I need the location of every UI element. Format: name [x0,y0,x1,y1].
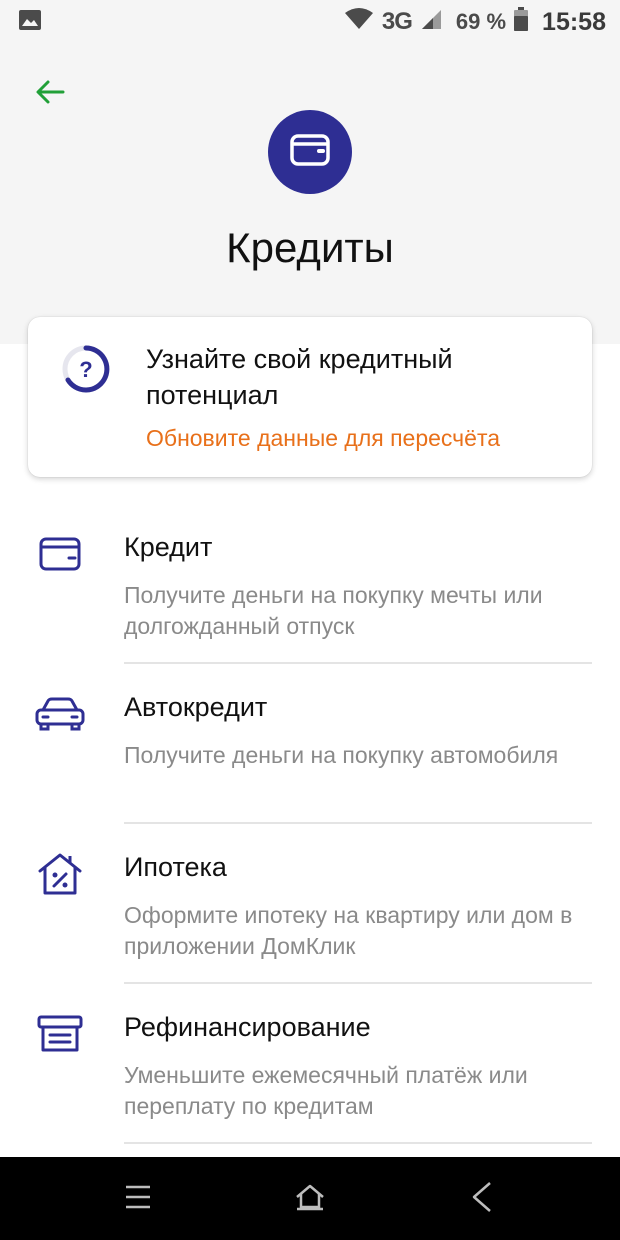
wallet-icon [290,133,330,172]
battery-icon [514,6,529,38]
products-list: Кредит Получите деньги на покупку мечты … [0,504,620,1144]
home-button[interactable] [290,1179,330,1219]
car-icon [34,692,86,736]
clock: 15:58 [542,7,606,36]
wifi-icon [344,7,374,38]
item-description: Оформите ипотеку на квартиру или дом в п… [124,902,573,959]
update-data-link[interactable]: Обновите данные для пересчёта [146,425,500,452]
svg-text:?: ? [79,357,92,382]
network-type: 3G [381,8,413,35]
refinance-icon [34,1012,86,1056]
menu-button[interactable] [118,1179,158,1219]
house-percent-icon [34,852,86,896]
header-wallet-badge [268,110,352,194]
question-progress-icon: ? [60,343,112,395]
divider [124,1142,592,1144]
list-item-car-loan[interactable]: Автокредит Получите деньги на покупку ав… [0,664,620,824]
header: Кредиты [0,44,620,344]
card-title: Узнайте свой кредитный потенциал [146,344,453,410]
image-icon [18,9,42,36]
item-title: Автокредит [124,692,268,722]
item-title: Рефинансирование [124,1012,371,1042]
signal-icon [420,8,442,37]
menu-icon [124,1184,152,1215]
wallet-icon [34,532,86,576]
back-icon [470,1181,494,1218]
item-description: Получите деньги на покупку мечты или дол… [124,582,543,639]
arrow-left-icon [35,79,65,110]
screen: 3G 69 % 15:58 Кредиты ? Узнайте свой кре… [0,0,620,1240]
navigation-bar [0,1157,620,1240]
item-title: Ипотека [124,852,227,882]
battery-percent: 69 % [455,9,507,34]
system-back-button[interactable] [462,1179,502,1219]
page-title: Кредиты [226,224,394,271]
list-item-mortgage[interactable]: Ипотека Оформите ипотеку на квартиру или… [0,824,620,984]
back-button[interactable] [30,74,70,114]
list-item-credit[interactable]: Кредит Получите деньги на покупку мечты … [0,504,620,664]
credit-potential-card[interactable]: ? Узнайте свой кредитный потенциал Обнов… [28,317,592,477]
item-title: Кредит [124,532,213,562]
home-icon [295,1183,325,1216]
list-item-refinancing[interactable]: Рефинансирование Уменьшите ежемесячный п… [0,984,620,1144]
item-description: Получите деньги на покупку автомобиля [124,742,559,768]
status-bar: 3G 69 % 15:58 [0,0,620,44]
item-description: Уменьшите ежемесячный платёж или перепла… [124,1062,528,1119]
